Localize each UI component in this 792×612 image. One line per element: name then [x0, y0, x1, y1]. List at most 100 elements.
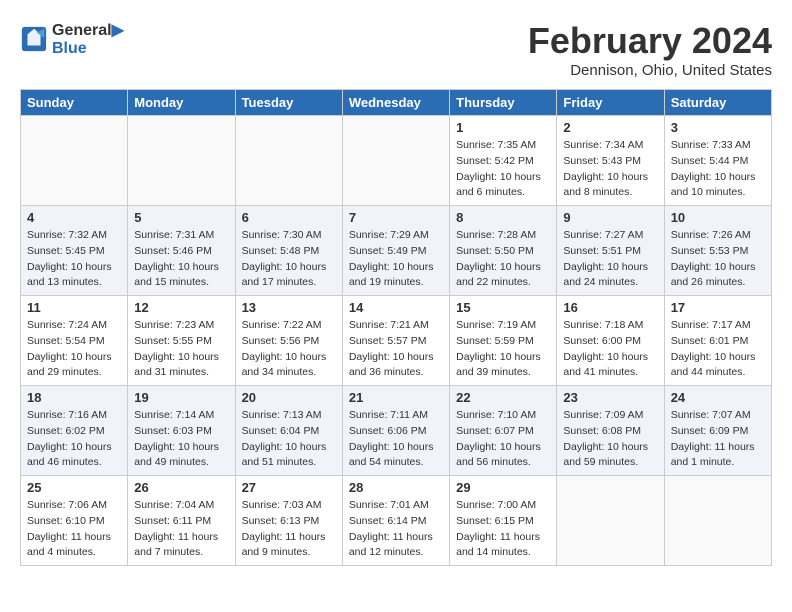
calendar-cell: 23Sunrise: 7:09 AM Sunset: 6:08 PM Dayli…: [557, 386, 664, 476]
day-number: 5: [134, 210, 228, 225]
calendar-cell: 27 Sunrise: 7:03 AM Sunset: 6:13 PM Dayli…: [235, 476, 342, 566]
calendar-cell: 10 Sunrise: 7:26 AM Sunset: 5:53 PM Dayli…: [664, 206, 771, 296]
day-info: Sunrise: 7:19 AM Sunset: 5:59 PM Dayligh…: [456, 318, 550, 381]
day-info: Sunrise: 7:32 AM Sunset: 5:45 PM Dayligh…: [27, 228, 121, 291]
calendar-cell: 3 Sunrise: 7:33 AM Sunset: 5:44 PM Daylig…: [664, 116, 771, 206]
day-number: 18: [27, 390, 121, 405]
day-info: Sunrise: 7:06 AM Sunset: 6:10 PM Dayligh…: [27, 498, 121, 561]
calendar-cell: 26 Sunrise: 7:04 AM Sunset: 6:11 PM Dayli…: [128, 476, 235, 566]
weekday-header-thursday: Thursday: [450, 90, 557, 116]
calendar-cell: [128, 116, 235, 206]
day-info: Sunrise: 7:26 AM Sunset: 5:53 PM Dayligh…: [671, 228, 765, 291]
day-number: 17: [671, 300, 765, 315]
page-header: General▶ Blue February 2024 Dennison, Oh…: [20, 20, 772, 79]
day-info: Sunrise: 7:13 AM Sunset: 6:04 PM Dayligh…: [242, 408, 336, 471]
day-info: Sunrise: 7:29 AM Sunset: 5:49 PM Dayligh…: [349, 228, 443, 291]
day-info: Sunrise: 7:11 AM Sunset: 6:06 PM Dayligh…: [349, 408, 443, 471]
calendar-cell: 7 Sunrise: 7:29 AM Sunset: 5:49 PM Daylig…: [342, 206, 449, 296]
day-info: Sunrise: 7:35 AM Sunset: 5:42 PM Dayligh…: [456, 138, 550, 201]
day-info: Sunrise: 7:18 AM Sunset: 6:00 PM Dayligh…: [563, 318, 657, 381]
day-info: Sunrise: 7:17 AM Sunset: 6:01 PM Dayligh…: [671, 318, 765, 381]
calendar-cell: 4 Sunrise: 7:32 AM Sunset: 5:45 PM Daylig…: [21, 206, 128, 296]
day-number: 1: [456, 120, 550, 135]
calendar-cell: 29 Sunrise: 7:00 AM Sunset: 6:15 PM Dayli…: [450, 476, 557, 566]
calendar-cell: 11Sunrise: 7:24 AM Sunset: 5:54 PM Dayli…: [21, 296, 128, 386]
logo-icon: [20, 25, 48, 53]
day-info: Sunrise: 7:16 AM Sunset: 6:02 PM Dayligh…: [27, 408, 121, 471]
title-section: February 2024 Dennison, Ohio, United Sta…: [528, 20, 772, 79]
calendar-cell: 17 Sunrise: 7:17 AM Sunset: 6:01 PM Dayli…: [664, 296, 771, 386]
day-number: 24: [671, 390, 765, 405]
day-number: 2: [563, 120, 657, 135]
calendar-cell: 22 Sunrise: 7:10 AM Sunset: 6:07 PM Dayli…: [450, 386, 557, 476]
calendar-cell: 14 Sunrise: 7:21 AM Sunset: 5:57 PM Dayli…: [342, 296, 449, 386]
calendar-cell: 15 Sunrise: 7:19 AM Sunset: 5:59 PM Dayli…: [450, 296, 557, 386]
calendar-cell: 1 Sunrise: 7:35 AM Sunset: 5:42 PM Daylig…: [450, 116, 557, 206]
day-number: 13: [242, 300, 336, 315]
calendar-week-2: 4 Sunrise: 7:32 AM Sunset: 5:45 PM Daylig…: [21, 206, 772, 296]
calendar-cell: 21 Sunrise: 7:11 AM Sunset: 6:06 PM Dayli…: [342, 386, 449, 476]
calendar-header-row: SundayMondayTuesdayWednesdayThursdayFrid…: [21, 90, 772, 116]
calendar-cell: 8 Sunrise: 7:28 AM Sunset: 5:50 PM Daylig…: [450, 206, 557, 296]
day-number: 26: [134, 480, 228, 495]
calendar-cell: 12 Sunrise: 7:23 AM Sunset: 5:55 PM Dayli…: [128, 296, 235, 386]
calendar-cell: 19Sunrise: 7:14 AM Sunset: 6:03 PM Dayli…: [128, 386, 235, 476]
calendar-week-4: 18 Sunrise: 7:16 AM Sunset: 6:02 PM Dayli…: [21, 386, 772, 476]
day-info: Sunrise: 7:10 AM Sunset: 6:07 PM Dayligh…: [456, 408, 550, 471]
calendar-week-3: 11Sunrise: 7:24 AM Sunset: 5:54 PM Dayli…: [21, 296, 772, 386]
weekday-header-saturday: Saturday: [664, 90, 771, 116]
day-info: Sunrise: 7:23 AM Sunset: 5:55 PM Dayligh…: [134, 318, 228, 381]
day-number: 7: [349, 210, 443, 225]
logo-text: General▶ Blue: [52, 20, 124, 58]
calendar-cell: [235, 116, 342, 206]
calendar-cell: 28Sunrise: 7:01 AM Sunset: 6:14 PM Dayli…: [342, 476, 449, 566]
calendar-cell: 18 Sunrise: 7:16 AM Sunset: 6:02 PM Dayli…: [21, 386, 128, 476]
day-number: 6: [242, 210, 336, 225]
day-number: 27: [242, 480, 336, 495]
day-info: Sunrise: 7:00 AM Sunset: 6:15 PM Dayligh…: [456, 498, 550, 561]
calendar-cell: [342, 116, 449, 206]
day-number: 4: [27, 210, 121, 225]
day-info: Sunrise: 7:33 AM Sunset: 5:44 PM Dayligh…: [671, 138, 765, 201]
day-info: Sunrise: 7:28 AM Sunset: 5:50 PM Dayligh…: [456, 228, 550, 291]
day-number: 19: [134, 390, 228, 405]
day-number: 28: [349, 480, 443, 495]
calendar-cell: 13 Sunrise: 7:22 AM Sunset: 5:56 PM Dayli…: [235, 296, 342, 386]
day-number: 20: [242, 390, 336, 405]
day-info: Sunrise: 7:03 AM Sunset: 6:13 PM Dayligh…: [242, 498, 336, 561]
day-number: 8: [456, 210, 550, 225]
day-info: Sunrise: 7:24 AM Sunset: 5:54 PM Dayligh…: [27, 318, 121, 381]
calendar-cell: 9 Sunrise: 7:27 AM Sunset: 5:51 PM Daylig…: [557, 206, 664, 296]
day-info: Sunrise: 7:21 AM Sunset: 5:57 PM Dayligh…: [349, 318, 443, 381]
day-number: 10: [671, 210, 765, 225]
day-number: 9: [563, 210, 657, 225]
calendar-cell: 20 Sunrise: 7:13 AM Sunset: 6:04 PM Dayli…: [235, 386, 342, 476]
day-info: Sunrise: 7:07 AM Sunset: 6:09 PM Dayligh…: [671, 408, 765, 471]
calendar-cell: 6 Sunrise: 7:30 AM Sunset: 5:48 PM Daylig…: [235, 206, 342, 296]
calendar-cell: [21, 116, 128, 206]
day-number: 16: [563, 300, 657, 315]
weekday-header-sunday: Sunday: [21, 90, 128, 116]
calendar-cell: 25Sunrise: 7:06 AM Sunset: 6:10 PM Dayli…: [21, 476, 128, 566]
day-info: Sunrise: 7:04 AM Sunset: 6:11 PM Dayligh…: [134, 498, 228, 561]
day-number: 22: [456, 390, 550, 405]
calendar-week-1: 1 Sunrise: 7:35 AM Sunset: 5:42 PM Daylig…: [21, 116, 772, 206]
day-number: 29: [456, 480, 550, 495]
calendar-cell: 2Sunrise: 7:34 AM Sunset: 5:43 PM Daylig…: [557, 116, 664, 206]
day-info: Sunrise: 7:22 AM Sunset: 5:56 PM Dayligh…: [242, 318, 336, 381]
day-number: 21: [349, 390, 443, 405]
calendar-week-5: 25Sunrise: 7:06 AM Sunset: 6:10 PM Dayli…: [21, 476, 772, 566]
day-info: Sunrise: 7:30 AM Sunset: 5:48 PM Dayligh…: [242, 228, 336, 291]
day-info: Sunrise: 7:09 AM Sunset: 6:08 PM Dayligh…: [563, 408, 657, 471]
weekday-header-wednesday: Wednesday: [342, 90, 449, 116]
day-number: 15: [456, 300, 550, 315]
month-title: February 2024: [528, 20, 772, 62]
calendar-cell: [557, 476, 664, 566]
day-number: 12: [134, 300, 228, 315]
day-number: 14: [349, 300, 443, 315]
day-info: Sunrise: 7:27 AM Sunset: 5:51 PM Dayligh…: [563, 228, 657, 291]
calendar-body: 1 Sunrise: 7:35 AM Sunset: 5:42 PM Daylig…: [21, 116, 772, 566]
day-number: 3: [671, 120, 765, 135]
calendar-cell: [664, 476, 771, 566]
calendar-cell: 16 Sunrise: 7:18 AM Sunset: 6:00 PM Dayli…: [557, 296, 664, 386]
